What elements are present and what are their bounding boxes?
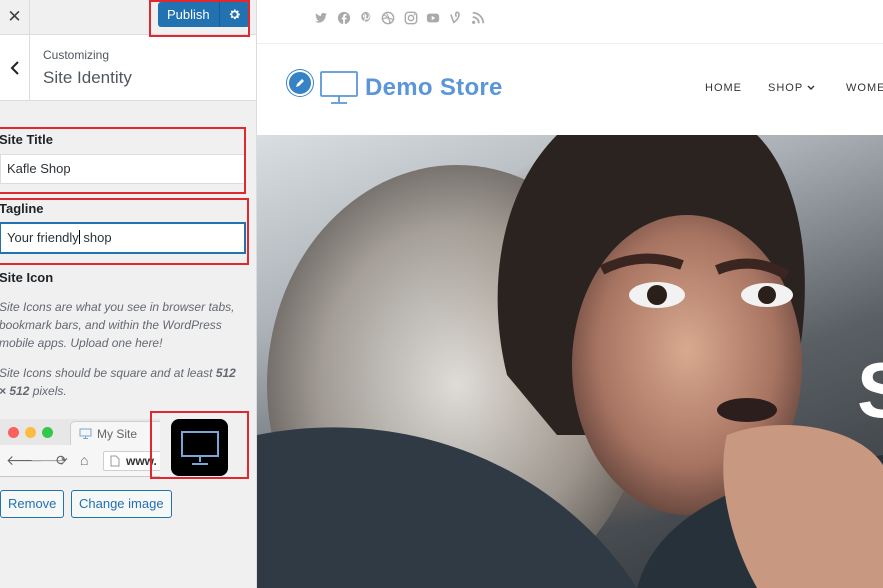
site-icon-size-note: Site Icons should be square and at least… xyxy=(0,366,236,398)
site-icon-label: Site Icon xyxy=(0,270,54,285)
publish-settings-button[interactable] xyxy=(219,2,250,27)
hero-image: S xyxy=(257,135,883,588)
page-icon xyxy=(110,455,120,467)
site-title-label: Site Title xyxy=(0,132,53,147)
site-icon-description: Site Icons are what you see in browser t… xyxy=(0,300,235,350)
nav-women[interactable]: WOME xyxy=(846,82,883,94)
reload-icon: ⟳ xyxy=(56,452,68,468)
tagline-input[interactable]: Your friendly shop xyxy=(0,223,245,253)
tagline-label: Tagline xyxy=(0,201,44,216)
youtube-icon[interactable] xyxy=(426,11,440,25)
site-preview: Demo Store HOME SHOP WOME S xyxy=(257,0,883,588)
site-title-input[interactable]: Kafle Shop xyxy=(0,154,245,184)
hero-photo xyxy=(257,135,883,588)
browser-url: www. xyxy=(103,451,160,471)
close-customizer-button[interactable]: ✕ xyxy=(0,0,30,34)
gear-icon xyxy=(230,9,241,20)
section-title: Site Identity xyxy=(43,68,132,87)
browser-tab: My Site xyxy=(70,421,160,445)
instagram-icon[interactable] xyxy=(404,11,418,25)
social-bar xyxy=(257,0,883,44)
store-name[interactable]: Demo Store xyxy=(365,74,503,102)
chevron-down-icon xyxy=(807,85,815,90)
publish-button[interactable]: Publish xyxy=(158,2,220,27)
home-icon: ⌂ xyxy=(80,452,89,468)
rss-icon[interactable] xyxy=(471,11,485,25)
facebook-icon[interactable] xyxy=(337,11,351,25)
remove-icon-button[interactable]: Remove xyxy=(0,490,65,518)
site-icon-image xyxy=(171,419,228,476)
monitor-icon xyxy=(79,428,92,439)
nav-home[interactable]: HOME xyxy=(705,82,742,94)
twitter-icon[interactable] xyxy=(314,11,328,25)
customizer-sidebar: ✕ Publish Customizing Site Identity Site… xyxy=(0,0,257,588)
close-dot xyxy=(8,427,19,438)
nav-shop[interactable]: SHOP xyxy=(768,82,815,94)
pencil-icon xyxy=(296,79,304,87)
browser-preview-mock: My Site 🡐 🡒 ⟳ ⌂ www. xyxy=(0,419,160,477)
section-header: Customizing Site Identity xyxy=(0,35,256,101)
pinterest-icon[interactable] xyxy=(359,11,373,25)
publish-button-group: Publish xyxy=(158,2,250,27)
hero-heading: S xyxy=(857,345,883,436)
change-image-button[interactable]: Change image xyxy=(71,490,172,518)
edit-shortcut-button[interactable] xyxy=(287,70,313,96)
monitor-icon xyxy=(180,430,219,465)
customizing-label: Customizing xyxy=(43,48,110,62)
back-button[interactable] xyxy=(0,35,30,100)
browser-toolbar: 🡐 🡒 ⟳ ⌂ www. xyxy=(0,445,160,476)
maximize-dot xyxy=(42,427,53,438)
vine-icon[interactable] xyxy=(449,11,463,25)
minimize-dot xyxy=(25,427,36,438)
customizer-header: ✕ Publish xyxy=(0,0,256,35)
chevron-left-icon xyxy=(10,60,19,75)
monitor-logo-icon xyxy=(320,71,358,104)
site-header: Demo Store HOME SHOP WOME xyxy=(257,44,883,135)
dribbble-icon[interactable] xyxy=(381,11,395,25)
